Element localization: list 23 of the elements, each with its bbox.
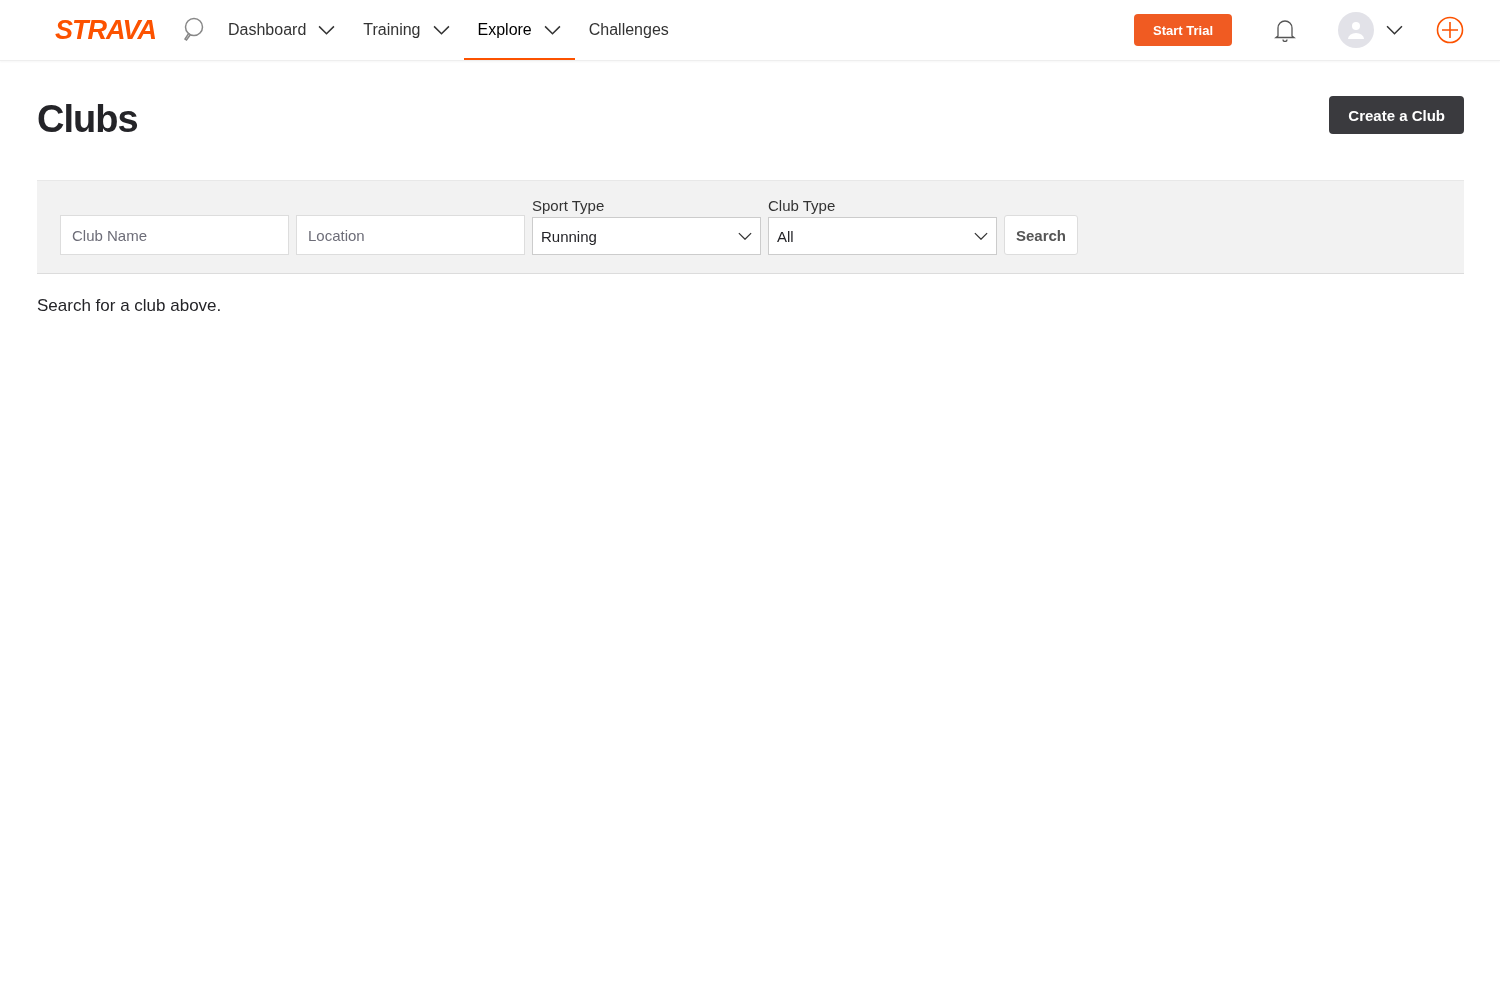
chevron-down-icon xyxy=(738,231,752,241)
nav-tab[interactable]: Explore xyxy=(463,0,575,60)
create-club-button[interactable]: Create a Club xyxy=(1329,96,1464,134)
nav-tab[interactable]: Challenges xyxy=(574,0,683,60)
sport-type-label: Sport Type xyxy=(532,197,606,214)
chevron-down-icon xyxy=(543,24,561,36)
search-button[interactable]: Search xyxy=(1004,215,1079,255)
club-name-field[interactable]: Club Name xyxy=(60,215,289,255)
chevron-down-icon xyxy=(318,24,336,36)
empty-message: Search for a club above. xyxy=(37,296,223,316)
chevron-down-icon xyxy=(974,231,988,241)
page-title: Clubs xyxy=(37,97,138,142)
chevron-down-icon xyxy=(432,24,450,36)
nav-tab[interactable]: Training xyxy=(349,0,464,60)
plus-circle-icon[interactable] xyxy=(1436,16,1464,44)
chevron-down-icon[interactable] xyxy=(1386,25,1403,35)
sport-type-select[interactable]: Running xyxy=(532,217,761,255)
location-field[interactable]: Location xyxy=(296,215,525,255)
club-type-label: Club Type xyxy=(768,197,837,214)
bell-icon[interactable] xyxy=(1274,18,1296,42)
club-type-select[interactable]: All xyxy=(768,217,997,255)
nav-tab[interactable]: Dashboard xyxy=(214,0,350,60)
person-icon xyxy=(1347,21,1365,39)
